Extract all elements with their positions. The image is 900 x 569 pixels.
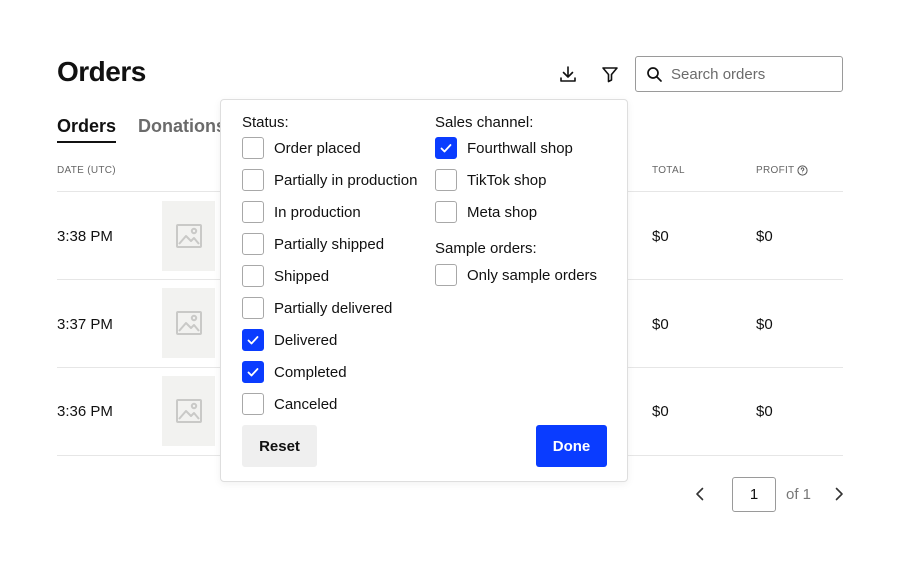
order-total: $0: [652, 403, 669, 420]
column-header-total[interactable]: TOTAL: [652, 165, 685, 176]
order-time: 3:37 PM: [57, 316, 113, 333]
checkbox[interactable]: [242, 233, 264, 255]
order-time: 3:38 PM: [57, 228, 113, 245]
status-option-in-production[interactable]: In production: [242, 201, 361, 223]
status-section-label: Status:: [242, 114, 289, 131]
checkbox[interactable]: [242, 201, 264, 223]
tab-bar: Orders Donations: [57, 116, 226, 143]
order-profit: $0: [756, 228, 773, 245]
filter-button[interactable]: [598, 62, 622, 86]
sample-option-only-sample-orders[interactable]: Only sample orders: [435, 264, 597, 286]
checkbox[interactable]: [435, 201, 457, 223]
checkmark-icon: [440, 144, 452, 153]
product-thumbnail: [162, 288, 215, 358]
checkbox[interactable]: [435, 169, 457, 191]
image-placeholder-icon: [175, 224, 202, 248]
option-label: Canceled: [274, 395, 338, 413]
column-header-profit[interactable]: PROFIT: [756, 165, 809, 176]
column-header-date-label: DATE (UTC): [57, 165, 116, 176]
status-option-order-placed[interactable]: Order placed: [242, 137, 361, 159]
tab-donations[interactable]: Donations: [138, 116, 226, 143]
checkbox[interactable]: [242, 361, 264, 383]
next-page-button[interactable]: [831, 486, 847, 502]
option-label: Partially delivered: [274, 299, 393, 317]
question-circle-icon[interactable]: [797, 165, 809, 176]
page-count-label: of 1: [786, 486, 812, 503]
tab-orders[interactable]: Orders: [57, 116, 117, 143]
order-profit: $0: [756, 403, 773, 420]
option-label: Meta shop: [467, 203, 538, 221]
search-input[interactable]: [671, 65, 831, 83]
page-title: Orders: [57, 56, 146, 87]
order-profit: $0: [756, 316, 773, 333]
checkbox[interactable]: [242, 297, 264, 319]
checkmark-icon: [247, 368, 259, 377]
status-option-delivered[interactable]: Delivered: [242, 329, 337, 351]
checkbox[interactable]: [242, 393, 264, 415]
checkmark-icon: [247, 336, 259, 345]
status-option-partially-in-production[interactable]: Partially in production: [242, 169, 417, 191]
column-header-total-label: TOTAL: [652, 165, 685, 176]
sample-orders-section-label: Sample orders:: [435, 240, 537, 257]
sales-channel-option-tiktok-shop[interactable]: TikTok shop: [435, 169, 546, 191]
option-label: Partially shipped: [274, 235, 385, 253]
chevron-left-icon: [696, 487, 704, 501]
image-placeholder-icon: [175, 311, 202, 335]
order-time: 3:36 PM: [57, 403, 113, 420]
checkbox[interactable]: [435, 264, 457, 286]
checkbox[interactable]: [242, 169, 264, 191]
checkbox[interactable]: [242, 329, 264, 351]
image-placeholder-icon: [175, 399, 202, 423]
checkbox[interactable]: [242, 137, 264, 159]
option-label: Shipped: [274, 267, 330, 285]
status-option-completed[interactable]: Completed: [242, 361, 347, 383]
previous-page-button[interactable]: [692, 486, 708, 502]
page-number-input[interactable]: [732, 477, 776, 512]
option-label: Only sample orders: [467, 266, 598, 284]
download-button[interactable]: [556, 62, 580, 86]
order-total: $0: [652, 316, 669, 333]
chevron-right-icon: [835, 487, 843, 501]
sales-channel-section-label: Sales channel:: [435, 114, 534, 131]
option-label: Partially in production: [274, 171, 418, 189]
option-label: Delivered: [274, 331, 338, 349]
search-box[interactable]: [635, 56, 843, 92]
status-option-partially-delivered[interactable]: Partially delivered: [242, 297, 392, 319]
option-label: Order placed: [274, 139, 361, 157]
reset-button[interactable]: Reset: [242, 425, 317, 467]
column-header-profit-label: PROFIT: [756, 165, 795, 176]
status-option-partially-shipped[interactable]: Partially shipped: [242, 233, 384, 255]
product-thumbnail: [162, 201, 215, 271]
status-option-shipped[interactable]: Shipped: [242, 265, 329, 287]
order-total: $0: [652, 228, 669, 245]
filter-popover: Status: Order placed Partially in produc…: [220, 99, 628, 482]
option-label: Completed: [274, 363, 347, 381]
sales-channel-option-meta-shop[interactable]: Meta shop: [435, 201, 537, 223]
status-option-canceled[interactable]: Canceled: [242, 393, 337, 415]
column-header-date[interactable]: DATE (UTC): [57, 165, 116, 176]
checkbox[interactable]: [435, 137, 457, 159]
option-label: TikTok shop: [467, 171, 547, 189]
filter-icon: [602, 67, 618, 83]
search-icon: [647, 66, 662, 82]
download-icon: [560, 66, 576, 82]
done-button[interactable]: Done: [536, 425, 607, 467]
sales-channel-option-fourthwall-shop[interactable]: Fourthwall shop: [435, 137, 573, 159]
option-label: In production: [274, 203, 361, 221]
product-thumbnail: [162, 376, 215, 446]
checkbox[interactable]: [242, 265, 264, 287]
option-label: Fourthwall shop: [467, 139, 573, 157]
